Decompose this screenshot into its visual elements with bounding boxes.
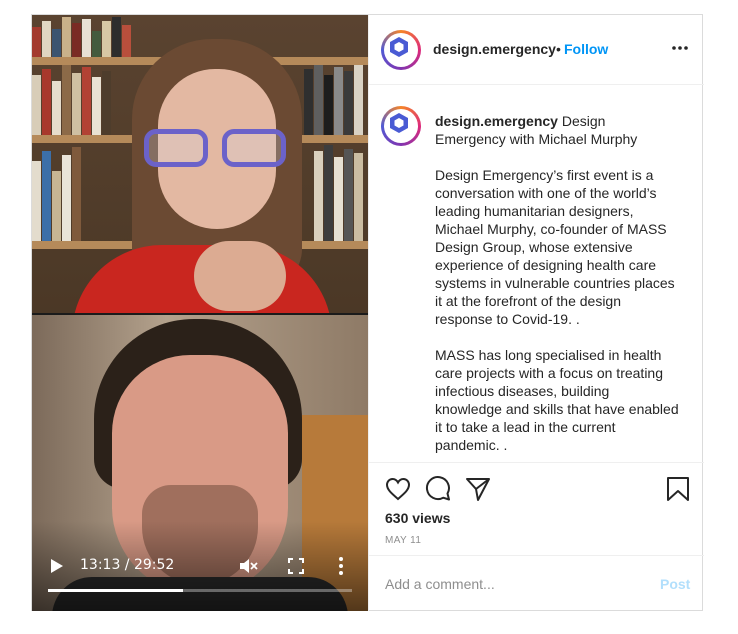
fullscreen-icon[interactable] bbox=[288, 558, 304, 574]
share-icon[interactable] bbox=[465, 476, 491, 502]
post-details-panel: design.emergency • Follow design.emergen… bbox=[368, 15, 704, 611]
header-username[interactable]: design.emergency bbox=[433, 41, 556, 57]
account-avatar[interactable] bbox=[381, 30, 421, 70]
caption-username[interactable]: design.emergency bbox=[435, 113, 558, 129]
instagram-post: 13:13 / 29:52 design.emergency • Follow … bbox=[31, 14, 704, 611]
play-icon[interactable] bbox=[50, 558, 64, 574]
video-time-display: 13:13 / 29:52 bbox=[80, 557, 175, 573]
video-progress-bar[interactable] bbox=[48, 589, 352, 592]
header-separator: • bbox=[556, 41, 561, 57]
bookmark-icon[interactable] bbox=[665, 476, 691, 502]
caption-scroll-area[interactable]: design.emergency Design Emergency with M… bbox=[369, 86, 704, 462]
post-header: design.emergency • Follow bbox=[369, 15, 704, 85]
view-count[interactable]: 630 views bbox=[385, 510, 450, 526]
muted-speaker-icon[interactable] bbox=[238, 556, 258, 576]
host-hand bbox=[194, 241, 286, 311]
comment-icon[interactable] bbox=[425, 476, 451, 502]
post-actions: 630 views MAY 11 bbox=[369, 462, 704, 555]
video-panel-host bbox=[32, 15, 368, 313]
books-row bbox=[32, 15, 131, 57]
post-comment-button[interactable]: Post bbox=[660, 576, 690, 592]
caption-paragraph: Design Emergency’s first event is a conv… bbox=[435, 167, 679, 327]
follow-button[interactable]: Follow bbox=[564, 41, 608, 57]
post-date[interactable]: MAY 11 bbox=[385, 535, 421, 546]
design-emergency-logo-icon bbox=[390, 113, 408, 133]
books-row bbox=[314, 145, 363, 241]
heart-icon[interactable] bbox=[385, 476, 411, 502]
video-player[interactable]: 13:13 / 29:52 bbox=[32, 15, 368, 611]
horizontal-dots-icon[interactable] bbox=[670, 41, 690, 55]
host-glasses bbox=[144, 129, 292, 169]
post-caption: design.emergency Design Emergency with M… bbox=[435, 112, 679, 454]
books-row bbox=[32, 65, 111, 135]
video-progress-fill bbox=[48, 589, 183, 592]
caption-avatar[interactable] bbox=[381, 106, 421, 146]
books-row bbox=[304, 65, 363, 135]
vertical-dots-icon[interactable] bbox=[338, 556, 344, 576]
books-row bbox=[32, 145, 81, 241]
comment-input[interactable] bbox=[385, 574, 635, 594]
caption-paragraph: MASS has long specialised in health care… bbox=[435, 347, 683, 453]
design-emergency-logo-icon bbox=[390, 37, 408, 57]
comment-bar: Post bbox=[369, 555, 704, 611]
